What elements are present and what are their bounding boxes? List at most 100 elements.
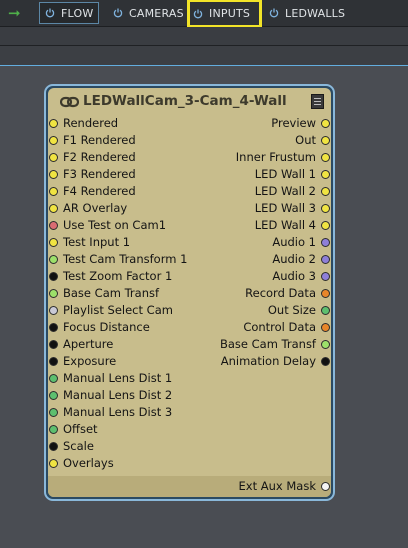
port-socket[interactable]: [49, 425, 58, 434]
port-socket[interactable]: [49, 374, 58, 383]
input-port[interactable]: Manual Lens Dist 2: [48, 387, 172, 404]
tab-flow[interactable]: FLOW: [39, 2, 100, 24]
port-socket[interactable]: [49, 153, 58, 162]
arrow-right-icon[interactable]: ➞: [8, 5, 28, 21]
port-socket[interactable]: [321, 238, 330, 247]
input-port[interactable]: Test Input 1: [48, 234, 130, 251]
port-socket[interactable]: [49, 289, 58, 298]
input-port[interactable]: Base Cam Transf: [48, 285, 159, 302]
port-socket[interactable]: [321, 289, 330, 298]
port-label: Manual Lens Dist 3: [63, 405, 173, 419]
tab-inputs[interactable]: INPUTS: [187, 0, 262, 28]
power-icon: [193, 9, 203, 18]
port-socket[interactable]: [49, 408, 58, 417]
port-socket[interactable]: [321, 187, 330, 196]
output-port[interactable]: Record Data: [245, 285, 331, 302]
output-port[interactable]: LED Wall 4: [255, 217, 331, 234]
port-label: Scale: [63, 439, 94, 453]
port-socket[interactable]: [49, 238, 58, 247]
port-label: LED Wall 3: [254, 201, 316, 215]
input-port[interactable]: Use Test on Cam1: [48, 217, 166, 234]
port-socket[interactable]: [49, 204, 58, 213]
port-socket[interactable]: [321, 153, 330, 162]
output-port[interactable]: Out Size: [268, 302, 331, 319]
input-port[interactable]: Focus Distance: [48, 319, 150, 336]
output-port[interactable]: Control Data: [243, 319, 331, 336]
port-socket[interactable]: [321, 255, 330, 264]
tab-ledwalls[interactable]: LEDWALLS: [264, 2, 350, 24]
input-port[interactable]: Rendered: [48, 115, 118, 132]
port-label: Out: [295, 133, 316, 147]
port-socket[interactable]: [49, 187, 58, 196]
port-socket[interactable]: [49, 306, 58, 315]
power-icon: [269, 8, 279, 18]
port-socket[interactable]: [321, 482, 330, 491]
input-port[interactable]: Manual Lens Dist 3: [48, 404, 172, 421]
output-port[interactable]: LED Wall 1: [255, 166, 331, 183]
port-socket[interactable]: [321, 170, 330, 179]
port-socket[interactable]: [321, 340, 330, 349]
output-port[interactable]: Inner Frustum: [236, 149, 331, 166]
port-label: Preview: [271, 116, 316, 130]
port-socket[interactable]: [49, 323, 58, 332]
port-label: LED Wall 4: [254, 218, 316, 232]
output-port[interactable]: Preview: [271, 115, 331, 132]
input-port[interactable]: Playlist Select Cam: [48, 302, 173, 319]
input-port[interactable]: Offset: [48, 421, 98, 438]
output-port[interactable]: LED Wall 3: [255, 200, 331, 217]
output-port[interactable]: Ext Aux Mask: [239, 478, 331, 495]
input-port[interactable]: Scale: [48, 438, 94, 455]
node-header[interactable]: LEDWallCam_3-Cam_4-Wall: [48, 88, 331, 114]
port-label: Manual Lens Dist 2: [63, 388, 173, 402]
port-socket[interactable]: [321, 221, 330, 230]
input-port[interactable]: F2 Rendered: [48, 149, 136, 166]
input-port[interactable]: F3 Rendered: [48, 166, 136, 183]
port-socket[interactable]: [321, 204, 330, 213]
port-label: Manual Lens Dist 1: [63, 371, 173, 385]
port-socket[interactable]: [49, 340, 58, 349]
output-port[interactable]: Audio 3: [272, 268, 331, 285]
tab-label: FLOW: [61, 6, 94, 20]
input-port[interactable]: Aperture: [48, 336, 113, 353]
output-port[interactable]: LED Wall 2: [255, 183, 331, 200]
input-port[interactable]: AR Overlay: [48, 200, 127, 217]
tab-label: LEDWALLS: [285, 6, 346, 20]
port-socket[interactable]: [49, 255, 58, 264]
output-port[interactable]: Animation Delay: [221, 353, 331, 370]
port-socket[interactable]: [49, 170, 58, 179]
port-socket[interactable]: [321, 323, 330, 332]
input-port[interactable]: Exposure: [48, 353, 116, 370]
port-socket[interactable]: [321, 136, 330, 145]
port-label: Rendered: [63, 116, 119, 130]
port-socket[interactable]: [321, 119, 330, 128]
input-port[interactable]: Overlays: [48, 455, 114, 472]
port-socket[interactable]: [49, 391, 58, 400]
output-port[interactable]: Audio 1: [272, 234, 331, 251]
port-label: Test Zoom Factor 1: [63, 269, 173, 283]
port-socket[interactable]: [49, 221, 58, 230]
tab-cameras[interactable]: CAMERAS: [108, 2, 189, 24]
output-port[interactable]: Out: [295, 132, 331, 149]
input-port[interactable]: F1 Rendered: [48, 132, 136, 149]
output-port[interactable]: Base Cam Transf: [220, 336, 331, 353]
node-card[interactable]: LEDWallCam_3-Cam_4-Wall Rendered F1 Rende…: [44, 84, 335, 501]
port-socket[interactable]: [49, 272, 58, 281]
port-socket[interactable]: [321, 272, 330, 281]
port-label: LED Wall 1: [254, 167, 316, 181]
input-port[interactable]: Test Zoom Factor 1: [48, 268, 172, 285]
port-socket[interactable]: [321, 357, 330, 366]
port-socket[interactable]: [49, 442, 58, 451]
port-socket[interactable]: [321, 306, 330, 315]
port-label: Test Cam Transform 1: [63, 252, 188, 266]
menu-icon[interactable]: [311, 94, 324, 109]
port-label: Overlays: [63, 456, 114, 470]
port-socket[interactable]: [49, 459, 58, 468]
port-socket[interactable]: [49, 357, 58, 366]
port-label: Use Test on Cam1: [63, 218, 167, 232]
port-socket[interactable]: [49, 136, 58, 145]
input-port[interactable]: Test Cam Transform 1: [48, 251, 187, 268]
input-port[interactable]: Manual Lens Dist 1: [48, 370, 172, 387]
output-port[interactable]: Audio 2: [272, 251, 331, 268]
port-socket[interactable]: [49, 119, 58, 128]
input-port[interactable]: F4 Rendered: [48, 183, 136, 200]
